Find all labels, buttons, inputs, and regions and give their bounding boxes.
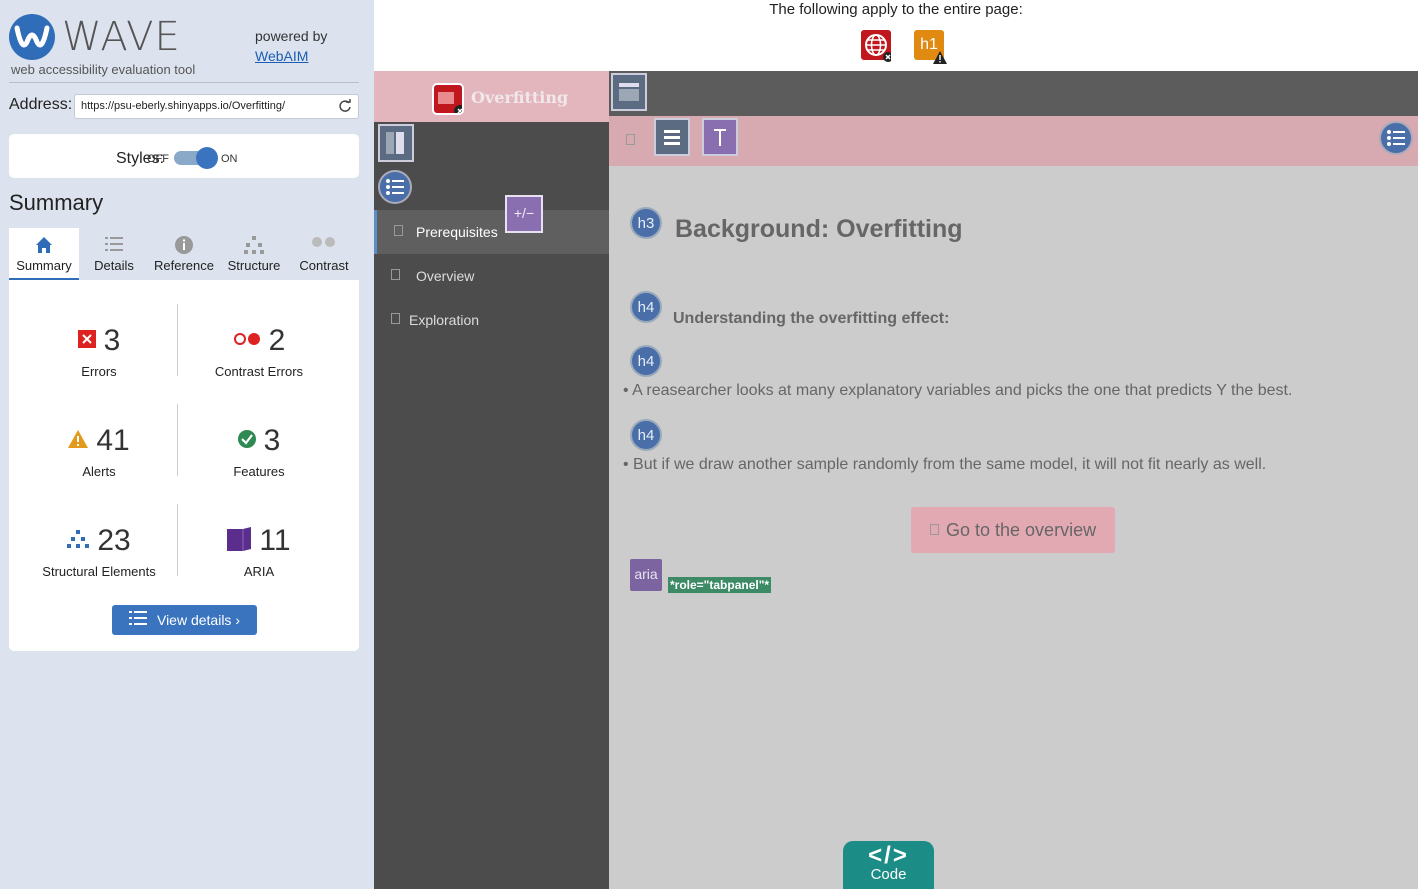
divider xyxy=(9,82,359,83)
errors-stat[interactable]: 3 Errors xyxy=(19,324,179,379)
structure-icon xyxy=(219,228,289,258)
h1-alert-icon[interactable]: h1 xyxy=(914,30,947,64)
tab-reference[interactable]: Reference xyxy=(149,228,219,280)
app-sidebar: Overfitting Prerequisites +/− Overview E… xyxy=(374,71,609,889)
address-input[interactable]: https://psu-eberly.shinyapps.io/Overfitt… xyxy=(74,94,359,119)
wave-sidebar: WAVE web accessibility evaluation tool p… xyxy=(0,0,374,889)
wave-wordmark: WAVE xyxy=(62,14,181,60)
structure-icon xyxy=(67,529,90,553)
navigation-landmark-icon[interactable] xyxy=(654,118,690,156)
aria-stat[interactable]: 11 ARIA xyxy=(179,524,339,579)
error-icon xyxy=(77,329,96,353)
image-error-icon[interactable] xyxy=(432,83,466,117)
structural-elements-stat[interactable]: 23 Structural Elements xyxy=(19,524,179,579)
aside-landmark-icon[interactable] xyxy=(378,124,414,162)
h3-badge-icon[interactable]: h3 xyxy=(630,207,662,239)
tab-contrast[interactable]: Contrast xyxy=(289,228,359,280)
link-icon xyxy=(391,313,400,324)
link-icon xyxy=(394,225,403,236)
h4-badge-icon[interactable]: h4 xyxy=(630,291,662,323)
wave-header: WAVE web accessibility evaluation tool p… xyxy=(9,12,359,82)
main-content: h3 Background: Overfitting h4 Understand… xyxy=(609,166,1418,889)
tab-structure[interactable]: Structure xyxy=(219,228,289,280)
tab-summary[interactable]: Summary xyxy=(9,228,79,280)
summary-heading: Summary xyxy=(9,190,104,215)
go-to-overview-button[interactable]: Go to the overview xyxy=(911,507,1115,553)
link-icon xyxy=(391,269,400,280)
list-item: • But if we draw another sample randomly… xyxy=(623,456,1267,473)
page-heading: Background: Overfitting xyxy=(675,215,963,243)
wave-tagline: web accessibility evaluation tool xyxy=(11,62,196,77)
code-toggle-button[interactable]: </> Code xyxy=(843,841,934,889)
nav-item-exploration[interactable]: Exploration xyxy=(374,298,609,342)
powered-by-label: powered by xyxy=(255,28,328,44)
summary-panel: 3 Errors 2 Contrast Errors 41 Alerts 3 F… xyxy=(9,280,359,651)
styles-toggle[interactable] xyxy=(174,147,218,169)
tab-details[interactable]: Details xyxy=(79,228,149,280)
aria-badge-icon[interactable]: aria xyxy=(630,559,662,591)
unordered-list-icon[interactable] xyxy=(1379,121,1413,155)
features-stat[interactable]: 3 Features xyxy=(179,424,339,479)
address-label: Address: xyxy=(9,96,73,113)
alerts-stat[interactable]: 41 Alerts xyxy=(19,424,179,479)
app-title: Overfitting xyxy=(471,88,569,107)
wave-logo-icon xyxy=(9,14,55,60)
main-nav-bar xyxy=(609,116,1418,166)
list-icon xyxy=(128,611,147,628)
link-icon xyxy=(626,134,635,145)
subheading: Understanding the overfitting effect: xyxy=(673,310,950,327)
home-icon xyxy=(9,228,79,258)
link-icon xyxy=(930,524,939,535)
aria-tabindex-icon[interactable] xyxy=(702,118,738,156)
feature-icon xyxy=(237,429,256,453)
list-item: • A reasearcher looks at many explanator… xyxy=(623,382,1293,399)
unordered-list-icon[interactable] xyxy=(378,170,412,204)
language-error-icon[interactable] xyxy=(861,30,893,62)
h4-badge-icon[interactable]: h4 xyxy=(630,419,662,451)
contrast-icon xyxy=(289,228,359,258)
nav-item-prerequisites[interactable]: Prerequisites +/− xyxy=(374,195,609,254)
aria-role-tag: *role="tabpanel"* xyxy=(668,577,772,593)
expand-collapse-aria-icon[interactable]: +/− xyxy=(505,195,543,233)
page-wide-icons-bar: The following apply to the entire page: … xyxy=(374,0,1418,71)
evaluated-page: The following apply to the entire page: … xyxy=(374,0,1418,889)
view-details-button[interactable]: View details › xyxy=(112,605,257,635)
page-wide-label: The following apply to the entire page: xyxy=(769,1,1023,18)
nav-item-overview[interactable]: Overview xyxy=(374,254,609,298)
h4-badge-icon[interactable]: h4 xyxy=(630,345,662,377)
alert-icon xyxy=(68,429,89,453)
info-icon xyxy=(149,228,219,258)
styles-on-label: ON xyxy=(221,153,238,165)
contrast-errors-stat[interactable]: 2 Contrast Errors xyxy=(179,324,339,379)
main-header-bar xyxy=(609,71,1418,116)
header-landmark-icon[interactable] xyxy=(611,73,647,111)
list-icon xyxy=(79,228,149,258)
toggle-knob[interactable] xyxy=(196,147,218,169)
contrast-error-icon xyxy=(233,332,261,351)
app-title-bar: Overfitting xyxy=(374,71,609,122)
aria-icon xyxy=(227,526,252,556)
styles-off-label: OFF xyxy=(147,153,169,165)
refresh-icon[interactable] xyxy=(338,99,352,113)
summary-tabs: Summary Details Reference Structure Cont… xyxy=(9,228,359,280)
styles-toggle-panel: Styles: OFF ON xyxy=(9,134,359,178)
webaim-link[interactable]: WebAIM xyxy=(255,48,308,64)
